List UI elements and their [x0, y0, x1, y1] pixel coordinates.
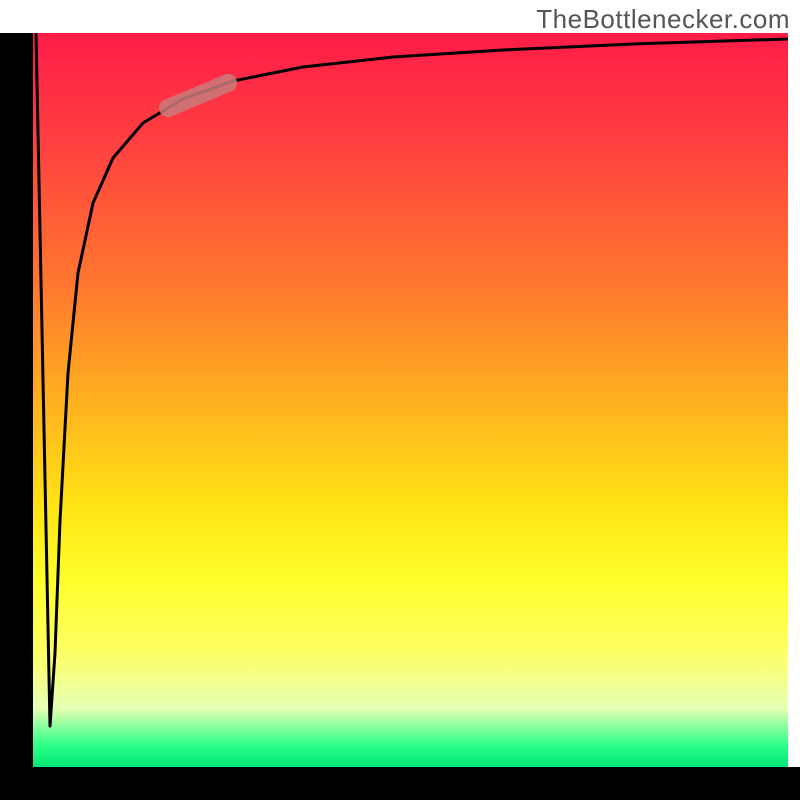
- x-axis-border: [0, 767, 800, 800]
- watermark-text: TheBottlenecker.com: [536, 4, 790, 35]
- y-axis-border: [0, 33, 33, 800]
- chart-frame: TheBottlenecker.com: [0, 0, 800, 800]
- chart-gradient-background: [33, 33, 788, 767]
